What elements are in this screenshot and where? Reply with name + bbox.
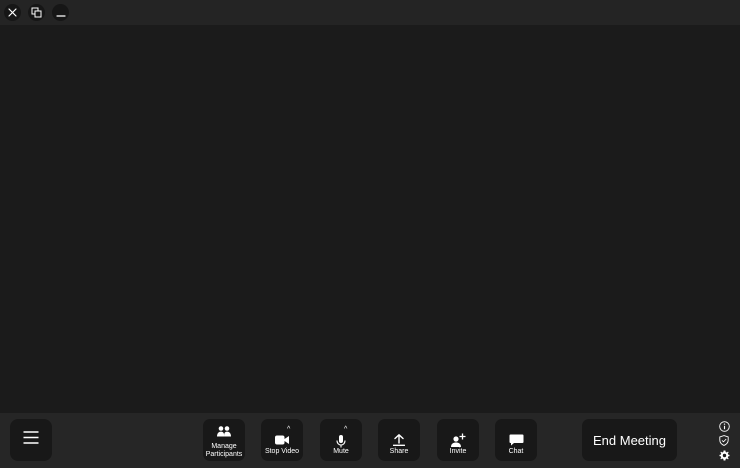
title-bar <box>0 0 740 25</box>
manage-participants-label: Manage Participants <box>205 443 243 458</box>
shield-icon[interactable] <box>718 434 730 446</box>
chat-label: Chat <box>508 448 524 455</box>
chat-icon <box>495 434 537 446</box>
chat-button[interactable]: Chat <box>495 419 537 461</box>
menu-button[interactable] <box>10 419 52 461</box>
meeting-toolbar: Manage Participants ^ Stop Video ^ Mute … <box>0 413 740 468</box>
meeting-window: Manage Participants ^ Stop Video ^ Mute … <box>0 0 740 468</box>
video-camera-icon <box>261 435 303 445</box>
share-upload-icon <box>378 434 420 446</box>
hamburger-menu-icon <box>23 431 39 449</box>
invite-label: Invite <box>449 448 467 455</box>
minimize-window-button[interactable] <box>52 4 69 21</box>
participants-icon <box>203 426 245 437</box>
restore-icon <box>31 7 42 18</box>
mute-label: Mute <box>333 448 349 455</box>
video-stage <box>0 25 740 413</box>
close-icon <box>8 8 17 17</box>
mute-button[interactable]: ^ Mute <box>320 419 362 461</box>
end-meeting-button[interactable]: End Meeting <box>582 419 677 461</box>
manage-participants-button[interactable]: Manage Participants <box>203 419 245 461</box>
video-options-caret[interactable]: ^ <box>287 426 290 433</box>
share-button[interactable]: Share <box>378 419 420 461</box>
info-icon[interactable] <box>718 420 730 432</box>
close-window-button[interactable] <box>4 4 21 21</box>
add-user-icon <box>437 433 479 447</box>
stop-video-label: Stop Video <box>264 448 300 455</box>
stop-video-button[interactable]: ^ Stop Video <box>261 419 303 461</box>
gear-icon[interactable] <box>718 449 730 461</box>
restore-window-button[interactable] <box>28 4 45 21</box>
share-label: Share <box>389 448 409 455</box>
minimize-icon <box>55 8 66 18</box>
microphone-icon <box>320 435 362 448</box>
invite-button[interactable]: Invite <box>437 419 479 461</box>
audio-options-caret[interactable]: ^ <box>344 426 347 433</box>
